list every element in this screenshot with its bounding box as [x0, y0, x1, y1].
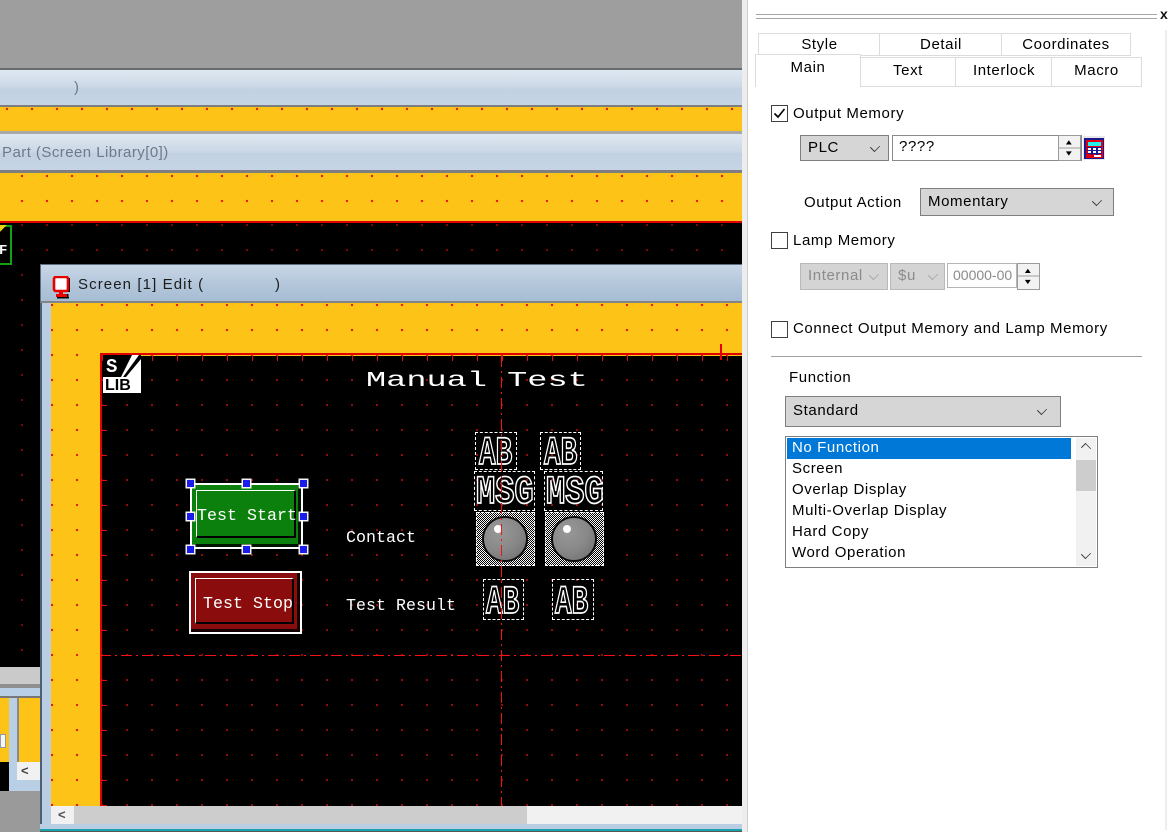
- svg-text:S: S: [106, 356, 117, 378]
- svg-text:LIB: LIB: [105, 377, 131, 393]
